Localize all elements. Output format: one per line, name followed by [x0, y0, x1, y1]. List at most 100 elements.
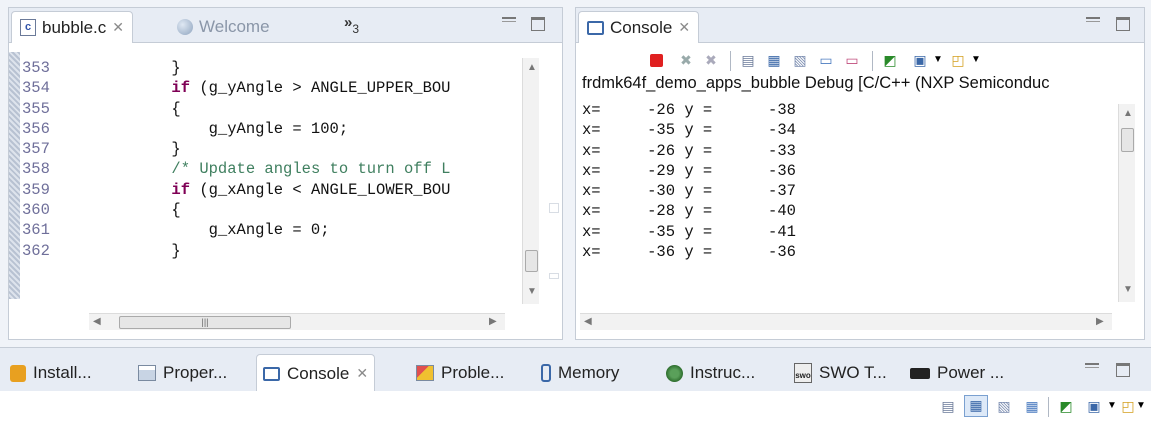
maximize-button[interactable] — [1116, 17, 1130, 31]
minimize-button[interactable] — [502, 17, 516, 22]
clear-console-icon[interactable]: ▤ — [938, 397, 958, 415]
show-console-icon[interactable]: ▦ — [1022, 397, 1042, 415]
remove-launch-icon[interactable]: ✖ — [676, 51, 696, 69]
tab-bubble-c[interactable]: c bubble.c ✕ — [11, 11, 134, 43]
code-line: } — [97, 58, 522, 78]
scrollbar-thumb[interactable]: ||| — [119, 316, 291, 329]
code-line: if (g_xAngle < ANGLE_LOWER_BOU — [97, 180, 522, 200]
close-icon[interactable]: ✕ — [356, 365, 368, 382]
minimize-button[interactable] — [1086, 17, 1100, 22]
tab-label: Proper... — [163, 363, 228, 382]
line-number: 362 — [22, 241, 50, 260]
close-icon[interactable]: ✕ — [112, 19, 124, 36]
tab-label: Proble... — [441, 363, 505, 382]
code-line: { — [97, 200, 522, 220]
tab-memory[interactable]: Memory — [535, 354, 625, 392]
display-console-icon[interactable]: ▣ — [1084, 397, 1104, 415]
display-console-icon[interactable]: ▣ — [910, 51, 930, 69]
tab-power[interactable]: Power ... — [904, 354, 1010, 392]
clear-console-icon[interactable]: ▤ — [738, 51, 758, 69]
maximize-button[interactable] — [531, 17, 545, 31]
problems-icon — [416, 365, 434, 381]
toolbar-separator — [730, 51, 731, 71]
line-number: 358 — [22, 160, 50, 179]
remove-all-launches-icon[interactable]: ✖ — [701, 51, 721, 69]
scrollbar-thumb[interactable] — [1121, 128, 1134, 152]
editor-tabbar: c bubble.c ✕ Welcome »3 — [9, 8, 562, 43]
tab-problems[interactable]: Proble... — [410, 354, 510, 392]
console-line: x= -26 y = -33 — [582, 141, 796, 160]
tab-console[interactable]: Console ✕ — [578, 11, 700, 43]
scroll-left-icon[interactable]: ◀ — [93, 316, 101, 327]
console-line: x= -36 y = -36 — [582, 243, 796, 262]
ide-window: c bubble.c ✕ Welcome »3 353 354 355 356 357 3… — [0, 0, 1151, 425]
line-number: 359 — [22, 180, 50, 199]
close-icon[interactable]: ✕ — [678, 19, 690, 36]
console-icon — [263, 366, 280, 381]
scroll-lock-icon[interactable]: ▦ — [964, 395, 988, 417]
word-wrap-icon[interactable]: ▧ — [790, 51, 810, 69]
scroll-up-icon[interactable]: ▲ — [527, 62, 537, 73]
line-number: 361 — [22, 221, 50, 240]
scroll-right-icon[interactable]: ▶ — [489, 316, 497, 327]
tab-swo-trace[interactable]: swo SWO T... — [788, 354, 893, 392]
chevron-down-icon[interactable]: ▼ — [1134, 397, 1148, 415]
c-file-icon: c — [20, 19, 36, 36]
code-line: /* Update angles to turn off L — [97, 159, 522, 179]
code-text: { — [97, 201, 181, 220]
scroll-left-icon[interactable]: ◀ — [584, 316, 592, 327]
tab-label: Power ... — [937, 363, 1005, 382]
line-number: 353 — [22, 59, 50, 77]
open-console-icon[interactable]: ◰ — [948, 51, 968, 69]
tab-overflow-button[interactable]: »3 — [344, 14, 359, 36]
pin-console-icon[interactable]: ◩ — [880, 51, 900, 69]
show-on-output-icon[interactable]: ▭ — [816, 51, 836, 69]
tab-instruction-trace[interactable]: Instruc... — [660, 354, 761, 392]
scroll-down-icon[interactable]: ▼ — [527, 286, 537, 297]
chevron-down-icon[interactable]: ▼ — [966, 51, 986, 69]
line-number: 360 — [22, 201, 50, 220]
welcome-icon — [177, 19, 193, 35]
overview-gutter — [9, 52, 20, 299]
show-on-error-icon[interactable]: ▭ — [842, 51, 862, 69]
tab-properties[interactable]: Proper... — [132, 354, 233, 392]
tab-console-bottom[interactable]: Console ✕ — [256, 354, 376, 392]
tab-label: Memory — [558, 363, 620, 382]
console-horizontal-scrollbar[interactable]: ◀ ▶ — [580, 313, 1112, 330]
editor-horizontal-scrollbar[interactable]: ◀ ||| ▶ — [89, 313, 505, 330]
word-wrap-icon[interactable]: ▧ — [994, 397, 1014, 415]
power-icon — [910, 367, 930, 379]
tab-label: Console — [287, 363, 350, 383]
tab-label: SWO T... — [819, 363, 887, 382]
console-line: x= -26 y = -38 — [582, 101, 796, 119]
tab-label: Welcome — [199, 17, 270, 36]
scrollbar-thumb[interactable] — [525, 250, 538, 272]
scroll-right-icon[interactable]: ▶ — [1096, 316, 1104, 327]
code-text: } — [97, 241, 181, 260]
chevron-down-icon[interactable]: ▼ — [928, 51, 948, 69]
scroll-lock-icon[interactable]: ▦ — [764, 51, 784, 69]
console-output[interactable]: x= -26 y = -38 x= -35 y = -34 x= -26 y = -… — [582, 100, 1112, 302]
console-line: x= -35 y = -41 — [582, 222, 796, 241]
tab-label: bubble.c — [42, 17, 107, 37]
terminate-icon[interactable] — [646, 51, 666, 69]
console-line: x= -35 y = -34 — [582, 121, 796, 140]
code-area[interactable]: } if (g_yAngle > ANGLE_UPPER_BOU { g_yAn… — [97, 58, 522, 261]
code-line: g_yAngle = 100; — [97, 119, 522, 139]
editor-vertical-scrollbar[interactable]: ▲ ▼ — [522, 58, 539, 304]
tab-welcome[interactable]: Welcome — [169, 11, 278, 43]
code-line: { — [97, 99, 522, 119]
minimize-button[interactable] — [1085, 363, 1099, 368]
maximize-button[interactable] — [1116, 363, 1130, 377]
overflow-count: 3 — [352, 22, 360, 36]
pin-console-icon[interactable]: ◩ — [1056, 397, 1076, 415]
code-text: } — [97, 140, 181, 159]
tab-installed-sdks[interactable]: Install... — [4, 354, 98, 392]
scroll-up-icon[interactable]: ▲ — [1123, 108, 1133, 119]
console-process-title: frdmk64f_demo_apps_bubble Debug [C/C++ (… — [582, 74, 1050, 92]
code-line: } — [97, 139, 522, 159]
scroll-down-icon[interactable]: ▼ — [1123, 284, 1133, 295]
console-line: x= -30 y = -37 — [582, 182, 796, 201]
console-vertical-scrollbar[interactable]: ▲ ▼ — [1118, 104, 1135, 302]
